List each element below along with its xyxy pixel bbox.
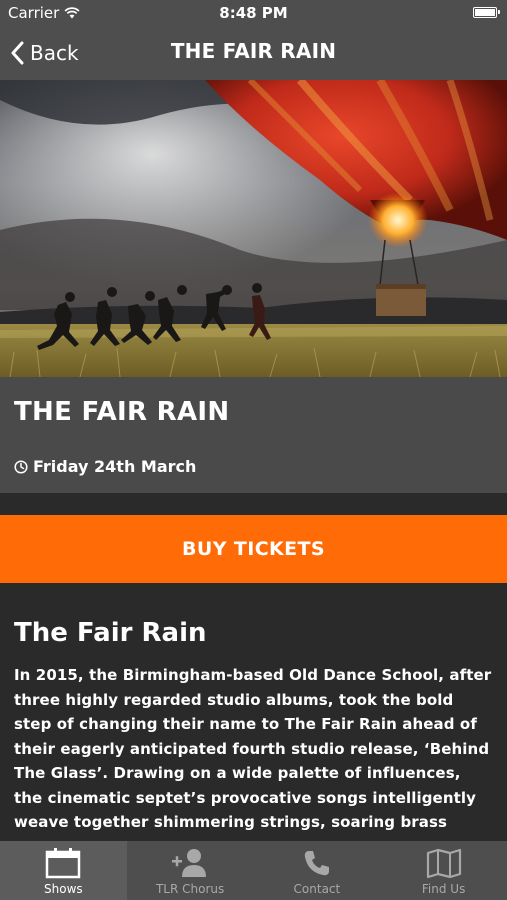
status-time: 8:48 PM	[219, 4, 288, 22]
tab-label: Contact	[293, 882, 341, 896]
navigation-bar: Back THE FAIR RAIN	[0, 26, 507, 80]
about-body: In 2015, the Birmingham-based Old Dance …	[14, 666, 492, 831]
event-title: THE FAIR RAIN	[14, 397, 230, 427]
tab-tlr-chorus[interactable]: TLR Chorus	[127, 841, 254, 900]
map-icon	[426, 846, 462, 880]
tab-label: TLR Chorus	[155, 882, 225, 896]
about-heading: The Fair Rain	[14, 618, 207, 648]
section-divider	[0, 493, 507, 515]
tab-label: Find Us	[421, 882, 466, 896]
add-user-icon	[170, 846, 210, 880]
calendar-icon	[45, 846, 81, 880]
page-title: THE FAIR RAIN	[170, 39, 337, 63]
tab-label: Shows	[44, 882, 83, 896]
tab-bar: Shows TLR Chorus Contact Find Us	[0, 841, 507, 900]
tab-contact[interactable]: Contact	[254, 841, 381, 900]
hero-image	[0, 80, 507, 377]
clock-icon	[14, 459, 28, 474]
tab-find-us[interactable]: Find Us	[380, 841, 507, 900]
tab-shows[interactable]: Shows	[0, 841, 127, 900]
about-section: The Fair Rain In 2015, the Birmingham-ba…	[0, 583, 507, 841]
buy-tickets-button[interactable]: BUY TICKETS	[0, 515, 507, 583]
phone-icon	[302, 846, 332, 880]
event-date-label: Friday 24th March	[33, 457, 197, 476]
status-bar: Carrier 8:48 PM	[0, 0, 507, 26]
event-info: THE FAIR RAIN Friday 24th March	[0, 377, 507, 493]
event-date: Friday 24th March	[14, 457, 196, 476]
battery-icon	[473, 7, 500, 18]
